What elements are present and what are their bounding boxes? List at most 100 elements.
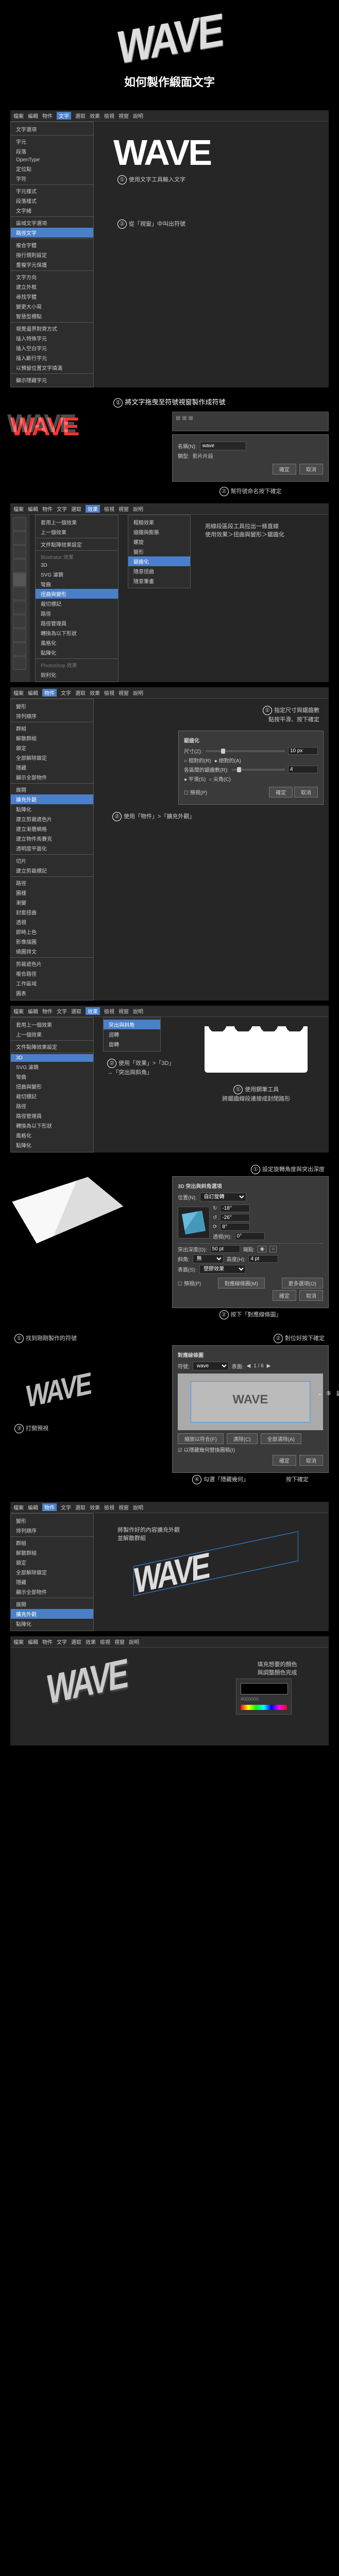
menu-view[interactable]: 檢視 — [104, 112, 114, 120]
menu-effect[interactable]: 效果 — [90, 1503, 100, 1511]
type-tool[interactable] — [13, 559, 26, 572]
menu-item[interactable]: 旋轉 — [104, 1039, 160, 1049]
menu-item[interactable]: 螺旋 — [128, 537, 190, 547]
ok-button[interactable]: 確定 — [273, 1455, 296, 1466]
menu-item[interactable]: 建立剪裁遮色片 — [11, 814, 93, 824]
menu-item[interactable]: 全部解除鎖定 — [11, 753, 93, 762]
type-menu-dropdown[interactable]: 文字選項 字元 段落 OpenType 定位點 字符 字元樣式 段落樣式 文字緒… — [10, 122, 94, 387]
menu-object[interactable]: 物件 — [42, 1007, 53, 1015]
position-select[interactable]: 自訂旋轉 — [200, 1193, 246, 1201]
menu-help[interactable]: 說明 — [133, 1007, 143, 1015]
preview-checkbox[interactable]: ☐ 預視(P) — [184, 788, 207, 796]
menu-item[interactable]: 即時上色 — [11, 927, 93, 937]
menu-object[interactable]: 物件 — [42, 505, 53, 513]
menu-item[interactable]: 套用上一個效果 — [36, 517, 118, 527]
angle-x-input[interactable] — [220, 1205, 250, 1212]
menu-select[interactable]: 選取 — [75, 689, 86, 697]
menu-item[interactable]: 裁切標記 — [36, 599, 118, 608]
menu-view[interactable]: 檢視 — [104, 505, 114, 513]
height-input[interactable] — [248, 1255, 278, 1263]
menu-effect[interactable]: 效果 — [90, 112, 100, 120]
menu-item[interactable]: 隨意扭曲 — [128, 566, 190, 576]
perspective-input[interactable] — [235, 1232, 265, 1240]
menu-item-distort[interactable]: 扭曲與變形 — [36, 589, 118, 599]
effect-menu-dropdown[interactable]: 套用上一個效果 上一個效果 文件點陣效果設定 Illustrator 效果 3D… — [35, 515, 118, 682]
shape-tool[interactable] — [13, 587, 26, 600]
menu-edit[interactable]: 編輯 — [28, 505, 38, 513]
menu-item[interactable]: 上一個效果 — [11, 1029, 93, 1039]
menu-item[interactable]: 插入特殊字元 — [11, 333, 93, 343]
menu-bar[interactable]: 檔案 編輯 物件 文字 選取 效果 檢視 視窗 說明 — [10, 503, 329, 515]
menu-file[interactable]: 檔案 — [13, 1503, 24, 1511]
selection-tool[interactable] — [13, 517, 26, 531]
symbol-name-input[interactable] — [200, 442, 246, 450]
menu-bar[interactable]: 檔案 編輯 物件 文字 選取 效果 檢視 視窗 說明 — [10, 1006, 329, 1017]
menu-item[interactable]: 定位點 — [11, 164, 93, 174]
menu-item[interactable]: 視覺邊界對齊方式 — [11, 324, 93, 333]
menu-item-3d[interactable]: 3D — [11, 1054, 93, 1062]
menu-item[interactable]: 排列順序 — [11, 1526, 93, 1535]
menu-item[interactable]: 裁切標記 — [11, 1091, 93, 1101]
menu-object[interactable]: 物件 — [42, 1638, 53, 1646]
cap-on-icon[interactable]: ◉ — [258, 1246, 266, 1252]
absolute-radio[interactable]: ● 絕對的(A) — [214, 756, 241, 764]
menu-type[interactable]: 文字 — [61, 689, 71, 697]
menu-item[interactable]: 文件點陣效果設定 — [36, 539, 118, 549]
menu-item[interactable]: 文件點陣效果設定 — [11, 1042, 93, 1052]
menu-item[interactable]: 變形 — [128, 547, 190, 556]
menu-file[interactable]: 檔案 — [13, 112, 24, 120]
bevel-select[interactable]: 無 — [193, 1255, 224, 1263]
menu-item[interactable]: 點陣化 — [11, 804, 93, 814]
menu-item[interactable]: 轉換為以下形狀 — [11, 1121, 93, 1130]
menu-effect[interactable]: 效果 — [86, 1638, 96, 1646]
menu-item[interactable]: OpenType — [11, 156, 93, 164]
relative-radio[interactable]: ○ 相對的(R) — [184, 756, 211, 764]
menu-object[interactable]: 物件 — [42, 1503, 57, 1511]
menu-item[interactable]: 建立外框 — [11, 282, 93, 292]
menu-item[interactable]: 隱藏 — [11, 762, 93, 772]
menu-help[interactable]: 說明 — [133, 1503, 143, 1511]
extrude-input[interactable] — [210, 1245, 240, 1253]
menu-item[interactable]: 圖表 — [11, 988, 93, 998]
menu-type[interactable]: 文字 — [57, 1007, 67, 1015]
menu-item[interactable]: 顯示隱藏字元 — [11, 375, 93, 385]
menu-item[interactable]: 全部解除鎖定 — [11, 1567, 93, 1577]
menu-item-zigzag[interactable]: 鋸齒化 — [128, 556, 190, 566]
ok-button[interactable]: 確定 — [269, 787, 293, 798]
object-menu-dropdown[interactable]: 變形 排列順序 群組 解散群組 鎖定 全部解除鎖定 隱藏 顯示全部物件 展開 擴… — [10, 699, 94, 1001]
menu-type[interactable]: 文字 — [61, 1503, 71, 1511]
menu-item[interactable]: 切片 — [11, 856, 93, 866]
rotation-cube[interactable] — [178, 1207, 210, 1239]
menu-item[interactable]: 建立物件馬賽克 — [11, 834, 93, 843]
type-value[interactable]: 影片片段 — [193, 452, 213, 460]
menu-item[interactable]: 路徑 — [11, 1101, 93, 1111]
smooth-radio[interactable]: ● 平滑(S) — [184, 775, 206, 783]
menu-item[interactable]: 複合路徑 — [11, 969, 93, 978]
menu-item[interactable]: 路徑文字 — [11, 228, 93, 238]
menu-item[interactable]: 點陣化 — [11, 1619, 93, 1629]
scale-fit-button[interactable]: 縮放以符合(F) — [178, 1433, 224, 1444]
menu-item[interactable]: 解散群組 — [11, 1548, 93, 1557]
menu-item[interactable]: 風格化 — [11, 1130, 93, 1140]
menu-item[interactable]: 隱藏 — [11, 1577, 93, 1587]
menu-item[interactable]: 彎曲 — [11, 1072, 93, 1081]
symbol-select[interactable]: wave — [193, 1362, 229, 1370]
menu-item-extrude[interactable]: 突出與斜角 — [104, 1020, 160, 1029]
menu-edit[interactable]: 編輯 — [28, 1007, 38, 1015]
menu-help[interactable]: 說明 — [133, 112, 143, 120]
menu-item[interactable]: 顯示全部物件 — [11, 1587, 93, 1597]
menu-bar[interactable]: 檔案 編輯 物件 文字 選取 效果 檢視 視窗 說明 — [10, 687, 329, 699]
menu-item[interactable]: 變形 — [11, 701, 93, 711]
menu-help[interactable]: 說明 — [133, 689, 143, 697]
menu-item[interactable]: 影像描圖 — [11, 937, 93, 946]
menu-item[interactable]: 字元樣式 — [11, 186, 93, 196]
menu-item[interactable]: 插入斷行字元 — [11, 353, 93, 363]
menu-item[interactable]: 透明度平面化 — [11, 843, 93, 853]
brush-tool[interactable] — [13, 601, 26, 614]
menu-effect[interactable]: 效果 — [86, 1007, 100, 1015]
eraser-tool[interactable] — [13, 629, 26, 642]
menu-edit[interactable]: 編輯 — [28, 689, 38, 697]
menu-item[interactable]: 文字緒 — [11, 206, 93, 215]
cancel-button[interactable]: 取消 — [299, 1455, 323, 1466]
menu-edit[interactable]: 編輯 — [28, 1503, 38, 1511]
